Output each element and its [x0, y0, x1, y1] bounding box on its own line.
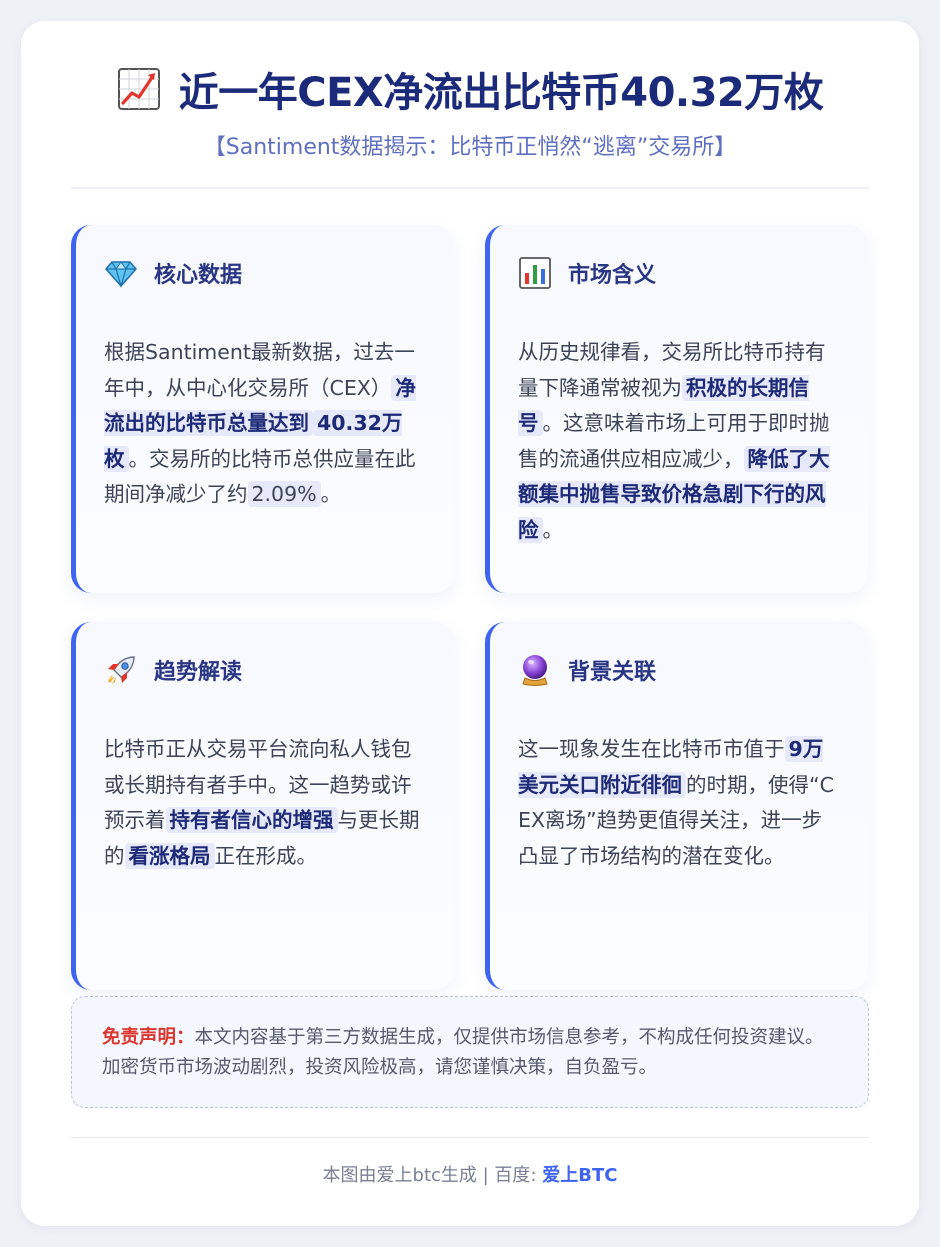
- page-subtitle: 【Santiment数据揭示：比特币正悄然“逃离”交易所】: [203, 135, 737, 160]
- chart-increasing-icon: [117, 67, 161, 111]
- rocket-icon: [104, 653, 138, 687]
- gem-icon: [104, 256, 138, 290]
- footer-link[interactable]: 爱上BTC: [542, 1165, 617, 1186]
- body-text: 这一现象发生在比特币市值于: [518, 737, 785, 761]
- card-header: 背景关联: [518, 650, 842, 690]
- card-header: 核心数据: [104, 253, 428, 293]
- divider: [71, 1137, 869, 1138]
- card-header: 市场含义: [518, 253, 842, 293]
- highlight-text: 持有者信心的增强: [165, 807, 338, 833]
- footer: 本图由爱上btc生成 | 百度: 爱上BTC: [21, 1161, 919, 1187]
- header: 近一年CEX净流出比特币40.32万枚 【Santiment数据揭示：比特币正悄…: [71, 57, 869, 189]
- card-core-data: 核心数据 根据Santiment最新数据，过去一年中，从中心化交易所（CEX）净…: [71, 225, 454, 593]
- disclaimer-label: 免责声明：: [102, 1027, 195, 1048]
- infographic-card: 近一年CEX净流出比特币40.32万枚 【Santiment数据揭示：比特币正悄…: [21, 21, 919, 1226]
- title-row: 近一年CEX净流出比特币40.32万枚: [71, 57, 869, 121]
- disclaimer-box: 免责声明：本文内容基于第三方数据生成，仅提供市场信息参考，不构成任何投资建议。加…: [71, 996, 869, 1108]
- card-body: 根据Santiment最新数据，过去一年中，从中心化交易所（CEX） 净流出的比特…: [104, 335, 428, 513]
- card-body: 这一现象发生在比特币市值于 9万美元关口附近徘徊 的时期，使得“CEX离场”趋势更值…: [518, 732, 842, 874]
- card-title: 核心数据: [154, 263, 243, 288]
- body-text: 正在形成。: [214, 843, 318, 868]
- disclaimer-text: 本文内容基于第三方数据生成，仅提供市场信息参考，不构成任何投资建议。加密货币市场…: [102, 1027, 824, 1078]
- footer-text: 本图由爱上btc生成 | 百度:: [322, 1165, 543, 1186]
- card-trend-analysis: 趋势解读 比特币正从交易平台流向私人钱包或长期持有者手中。这一趋势或许预示着 持有…: [71, 622, 454, 990]
- page-title: 近一年CEX净流出比特币40.32万枚: [178, 70, 824, 116]
- card-header: 趋势解读: [104, 650, 428, 690]
- card-title: 背景关联: [568, 660, 657, 685]
- card-background-context: 背景关联 这一现象发生在比特币市值于 9万美元关口附近徘徊 的时期，使得“CEX离场…: [485, 622, 868, 990]
- card-market-meaning: 市场含义 从历史规律看，交易所比特币持有量下降通常被视为 积极的长期信号 。这意味着…: [485, 225, 868, 593]
- card-body: 比特币正从交易平台流向私人钱包或长期持有者手中。这一趋势或许预示着 持有者信心的增…: [104, 732, 428, 874]
- highlight-text: 看涨格局: [124, 842, 215, 869]
- card-body: 从历史规律看，交易所比特币持有量下降通常被视为 积极的长期信号 。这意味着市场上可用…: [518, 335, 842, 548]
- body-text: 。: [320, 482, 342, 506]
- body-text: 根据Santiment最新数据，过去一年中，从中心化交易所（CEX）: [104, 340, 415, 400]
- crystal-ball-icon: [518, 653, 552, 687]
- highlight-number: 2.09%: [247, 481, 321, 507]
- card-title: 市场含义: [568, 263, 657, 288]
- body-text: 。: [542, 517, 564, 542]
- card-title: 趋势解读: [154, 660, 243, 685]
- bar-chart-icon: [518, 256, 552, 290]
